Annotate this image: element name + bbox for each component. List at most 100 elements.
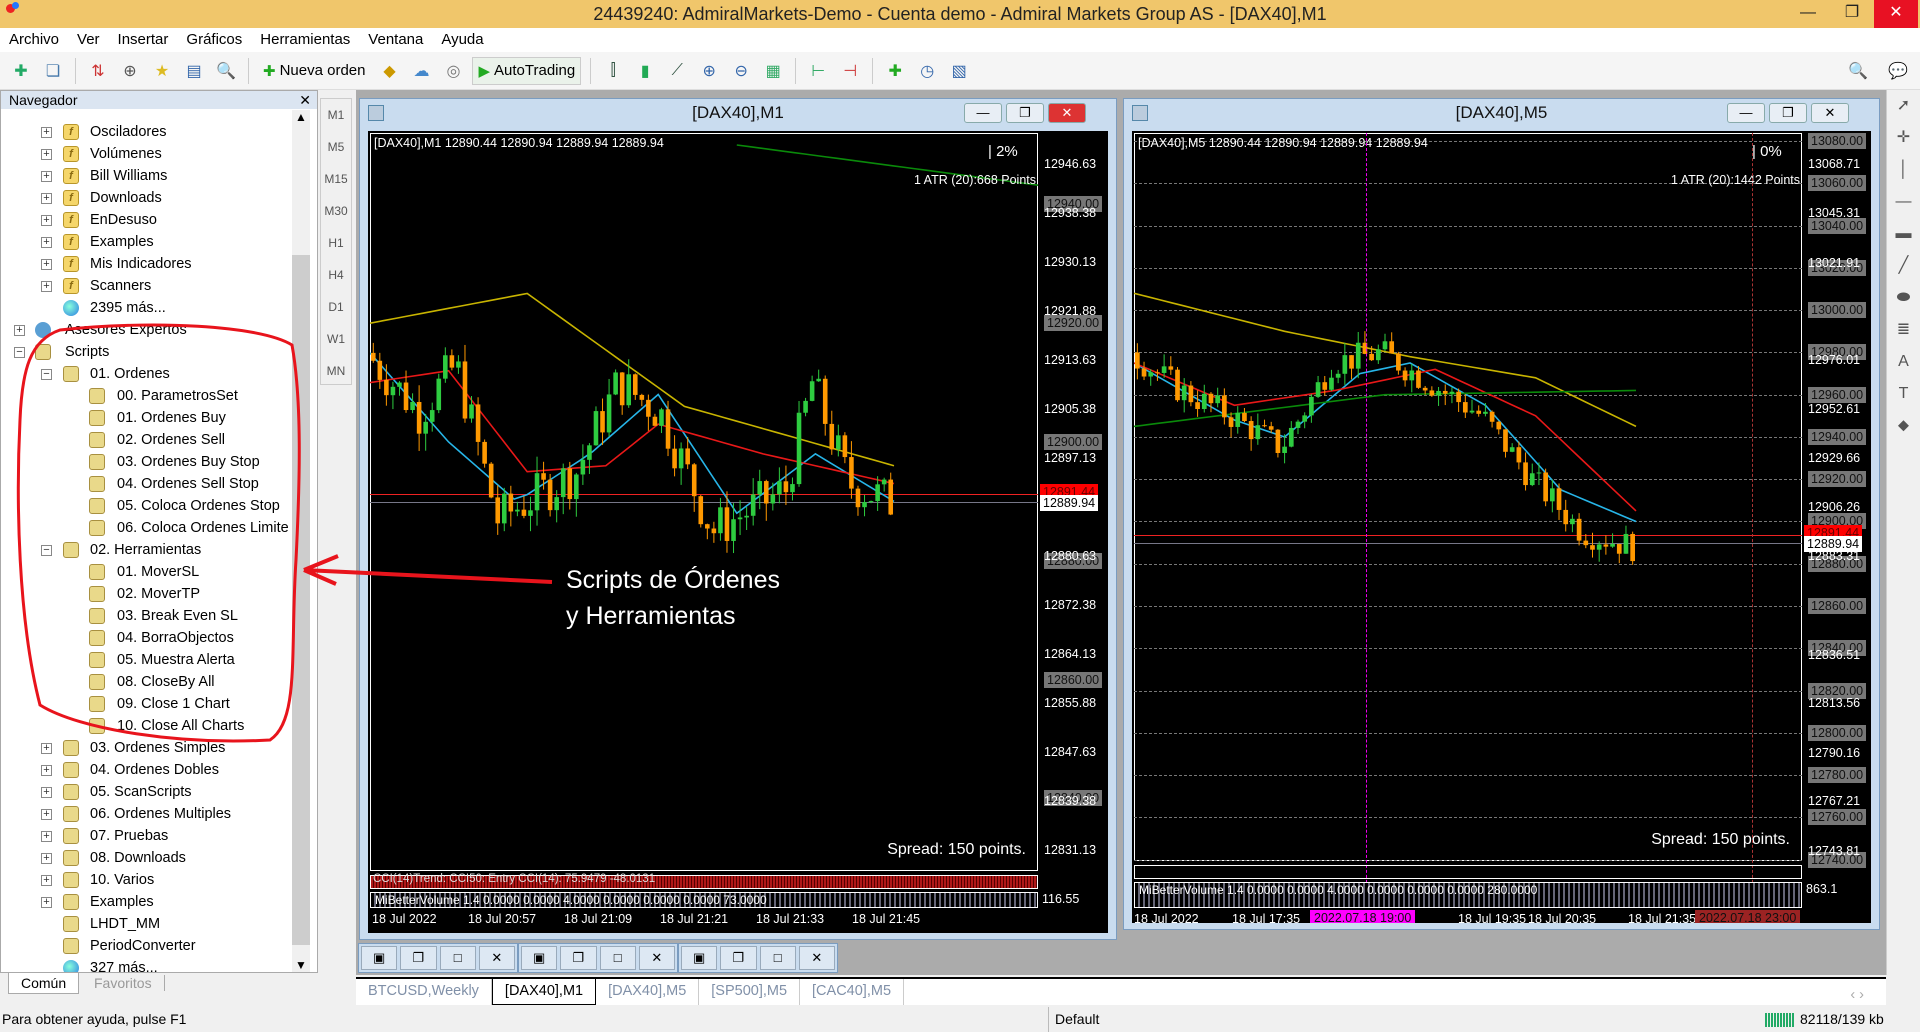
cursor-icon[interactable]: ➚ bbox=[1887, 90, 1920, 122]
nav-item[interactable]: 04. Ordenes Sell Stop bbox=[1, 473, 291, 495]
nav-item[interactable]: − Scripts bbox=[1, 341, 291, 363]
chart-minimize-button[interactable]: — bbox=[964, 103, 1002, 123]
nav-item[interactable]: 01. MoverSL bbox=[1, 561, 291, 583]
nav-item[interactable]: 06. Coloca Ordenes Limite bbox=[1, 517, 291, 539]
nav-item[interactable]: + f Examples bbox=[1, 231, 291, 253]
timeframe-h4[interactable]: H4 bbox=[321, 259, 351, 291]
indicators-icon[interactable]: ✚ bbox=[882, 58, 908, 84]
timeframe-w1[interactable]: W1 bbox=[321, 323, 351, 355]
text-label-icon[interactable]: T bbox=[1887, 378, 1920, 410]
maximize-icon[interactable]: □ bbox=[439, 946, 476, 970]
maximize-icon[interactable]: □ bbox=[599, 946, 636, 970]
timeframe-m1[interactable]: M1 bbox=[321, 99, 351, 131]
nav-item[interactable]: − 02. Herramientas bbox=[1, 539, 291, 561]
menu-archivo[interactable]: Archivo bbox=[0, 28, 68, 52]
menu-insertar[interactable]: Insertar bbox=[109, 28, 178, 52]
scroll-up-icon[interactable]: ▲ bbox=[292, 110, 310, 124]
new-chart-icon[interactable]: ✚ bbox=[8, 58, 34, 84]
nav-item[interactable]: +04. Ordenes Dobles bbox=[1, 759, 291, 781]
menu-herramientas[interactable]: Herramientas bbox=[251, 28, 359, 52]
expand-icon[interactable]: + bbox=[41, 765, 52, 776]
zoom-in-icon[interactable]: ⊕ bbox=[696, 58, 722, 84]
nav-item[interactable]: PeriodConverter bbox=[1, 935, 291, 957]
timeframe-m5[interactable]: M5 bbox=[321, 131, 351, 163]
minimized-chart-window[interactable]: ▣ ❐ □ ✕ bbox=[518, 943, 678, 973]
navigator-close-icon[interactable]: ✕ bbox=[299, 91, 311, 109]
collapse-icon[interactable]: − bbox=[14, 347, 25, 358]
expand-icon[interactable]: + bbox=[41, 787, 52, 798]
expand-icon[interactable]: + bbox=[41, 127, 52, 138]
navigator-icon[interactable]: ★ bbox=[149, 58, 175, 84]
nav-item[interactable]: 2395 más... bbox=[1, 297, 291, 319]
chat-icon[interactable]: 💬 bbox=[1885, 58, 1911, 84]
tab-scroll-arrows-icon[interactable]: ‹ › bbox=[1838, 983, 1876, 1007]
tab-comun[interactable]: Común bbox=[8, 973, 80, 994]
menu-ayuda[interactable]: Ayuda bbox=[432, 28, 492, 52]
close-button[interactable]: ✕ bbox=[1874, 0, 1918, 28]
timeframe-m30[interactable]: M30 bbox=[321, 195, 351, 227]
nav-item[interactable]: 03. Break Even SL bbox=[1, 605, 291, 627]
expand-icon[interactable]: + bbox=[41, 171, 52, 182]
nav-item[interactable]: + Examples bbox=[1, 891, 291, 913]
nav-item[interactable]: +07. Pruebas bbox=[1, 825, 291, 847]
nav-item[interactable]: + f Bill Williams bbox=[1, 165, 291, 187]
chart-tab[interactable]: [DAX40],M1 bbox=[491, 979, 597, 1005]
expand-icon[interactable]: + bbox=[41, 237, 52, 248]
expand-icon[interactable]: + bbox=[41, 259, 52, 270]
autotrading-button[interactable]: ▶ AutoTrading bbox=[472, 56, 582, 85]
tab-favoritos[interactable]: Favoritos bbox=[82, 975, 165, 991]
restore-window-icon[interactable]: ▣ bbox=[681, 946, 718, 970]
timeframe-h1[interactable]: H1 bbox=[321, 227, 351, 259]
minimized-chart-window[interactable]: ▣ ❐ □ ✕ bbox=[358, 943, 518, 973]
text-icon[interactable]: A bbox=[1887, 346, 1920, 378]
strategy-tester-icon[interactable]: 🔍 bbox=[213, 58, 239, 84]
minimize-button[interactable]: — bbox=[1786, 0, 1830, 28]
market-icon[interactable]: ◎ bbox=[440, 58, 466, 84]
tile-windows-icon[interactable]: ▦ bbox=[760, 58, 786, 84]
nav-item[interactable]: 03. Ordenes Buy Stop bbox=[1, 451, 291, 473]
market-watch-icon[interactable]: ⇅ bbox=[85, 58, 111, 84]
expand-icon[interactable]: + bbox=[41, 743, 52, 754]
close-icon[interactable]: ✕ bbox=[638, 946, 675, 970]
restore-icon[interactable]: ❐ bbox=[400, 946, 437, 970]
nav-item[interactable]: +08. Downloads bbox=[1, 847, 291, 869]
scroll-down-icon[interactable]: ▼ bbox=[292, 958, 310, 972]
nav-item[interactable]: 10. Close All Charts bbox=[1, 715, 291, 737]
nav-item[interactable]: 05. Muestra Alerta bbox=[1, 649, 291, 671]
nav-item[interactable]: 05. Coloca Ordenes Stop bbox=[1, 495, 291, 517]
restore-icon[interactable]: ❐ bbox=[560, 946, 597, 970]
chart-close-button[interactable]: ✕ bbox=[1811, 103, 1849, 123]
collapse-icon[interactable]: − bbox=[41, 545, 52, 556]
nav-item[interactable]: +06. Ordenes Multiples bbox=[1, 803, 291, 825]
nav-item[interactable]: 00. ParametrosSet bbox=[1, 385, 291, 407]
maximize-icon[interactable]: □ bbox=[759, 946, 796, 970]
candlestick-icon[interactable]: ▮ bbox=[632, 58, 658, 84]
close-icon[interactable]: ✕ bbox=[478, 946, 515, 970]
new-order-button[interactable]: ✚ Nueva orden bbox=[258, 57, 370, 85]
expand-icon[interactable]: + bbox=[41, 809, 52, 820]
nav-item[interactable]: +05. ScanScripts bbox=[1, 781, 291, 803]
signals-icon[interactable]: ☁ bbox=[408, 58, 434, 84]
restore-window-icon[interactable]: ▣ bbox=[361, 946, 398, 970]
chart-tab[interactable]: [CAC40],M5 bbox=[800, 979, 905, 1005]
chart-minimize-button[interactable]: — bbox=[1727, 103, 1765, 123]
arrows-icon[interactable]: ⬥ bbox=[1887, 410, 1920, 442]
chart-canvas[interactable]: 13080.00 13060.00 13040.00 13020.00 13000.00… bbox=[1132, 131, 1871, 923]
autoscroll-icon[interactable]: ⊣ bbox=[837, 58, 863, 84]
nav-item[interactable]: LHDT_MM bbox=[1, 913, 291, 935]
chart-tab[interactable]: [DAX40],M5 bbox=[596, 979, 700, 1005]
trendline-icon[interactable]: ╱ bbox=[1887, 250, 1920, 282]
nav-item[interactable]: − 01. Ordenes bbox=[1, 363, 291, 385]
profiles-icon[interactable]: ❏ bbox=[40, 58, 66, 84]
bar-chart-icon[interactable]: ⫿ bbox=[600, 58, 626, 84]
restore-window-icon[interactable]: ▣ bbox=[521, 946, 558, 970]
nav-item[interactable]: 02. MoverTP bbox=[1, 583, 291, 605]
chart-close-button[interactable]: ✕ bbox=[1048, 103, 1086, 123]
fibonacci-icon[interactable]: ≣ bbox=[1887, 314, 1920, 346]
expand-icon[interactable]: + bbox=[41, 193, 52, 204]
nav-item[interactable]: 09. Close 1 Chart bbox=[1, 693, 291, 715]
expand-icon[interactable]: + bbox=[41, 281, 52, 292]
metaeditor-icon[interactable]: ◆ bbox=[376, 58, 402, 84]
expand-icon[interactable]: + bbox=[41, 897, 52, 908]
rectangle-icon[interactable]: ▬ bbox=[1887, 218, 1920, 250]
